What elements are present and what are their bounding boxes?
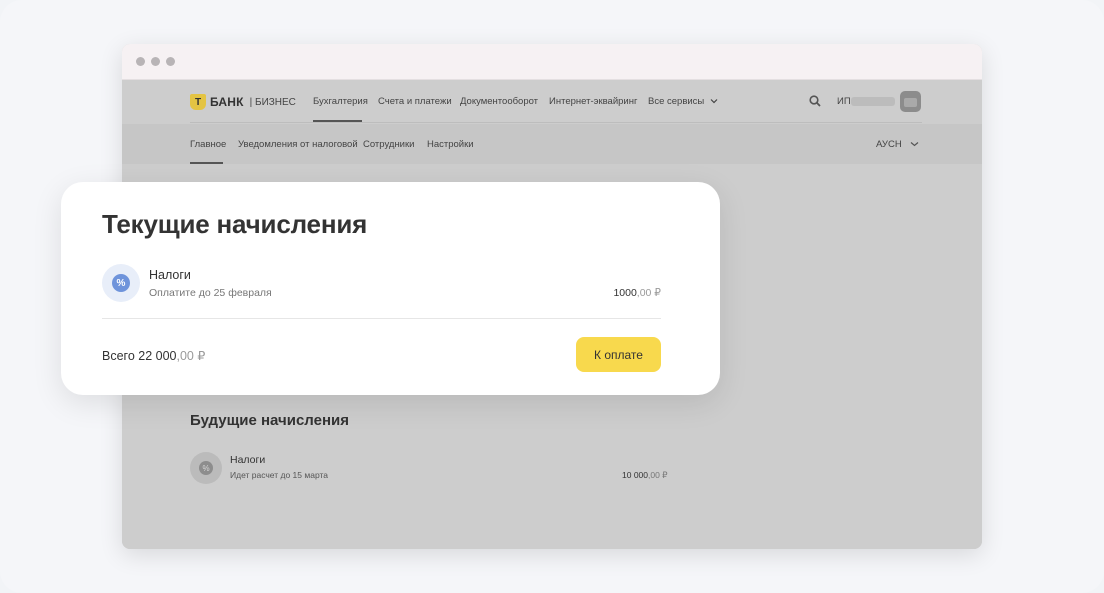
tax-due-date: Оплатите до 25 февраля — [149, 287, 272, 299]
tax-icon-wrap: % — [102, 264, 140, 302]
window-minimize-dot[interactable] — [151, 57, 160, 66]
future-tax-icon-wrap: % — [190, 452, 222, 484]
chevron-down-icon — [710, 99, 718, 104]
user-prefix[interactable]: ИП — [837, 96, 851, 107]
future-amount-main: 10 000 — [622, 470, 648, 480]
subnav-tax-notices[interactable]: Уведомления от налоговой — [238, 139, 358, 150]
tax-amount-rest: ,00 ₽ — [636, 287, 661, 299]
nav-documents[interactable]: Документооборот — [460, 96, 538, 107]
subnav-main[interactable]: Главное — [190, 139, 226, 150]
future-tax-subtitle: Идет расчет до 15 марта — [230, 470, 329, 480]
chevron-down-icon — [910, 142, 919, 147]
user-name-blurred — [851, 97, 895, 106]
current-charges-title: Текущие начисления — [102, 209, 368, 239]
nav-accounting[interactable]: Бухгалтерия — [313, 96, 368, 107]
window-close-dot[interactable] — [136, 57, 145, 66]
nav-all-services[interactable]: Все сервисы — [648, 96, 718, 107]
pay-button[interactable]: К оплате — [576, 337, 661, 372]
regime-label: АУСН — [876, 139, 902, 150]
future-tax-amount: 10 000,00 ₽ — [622, 470, 668, 481]
total-main: Всего 22 000 — [102, 349, 177, 363]
subnav-employees[interactable]: Сотрудники — [363, 139, 414, 150]
future-tax-name: Налоги — [230, 454, 266, 466]
percent-icon: % — [199, 461, 213, 475]
tax-name[interactable]: Налоги — [149, 268, 191, 282]
tax-amount: 1000,00 ₽ — [591, 287, 661, 299]
tax-amount-main: 1000 — [613, 287, 637, 299]
bank-shield-icon: Т — [190, 94, 206, 110]
percent-icon: % — [112, 274, 130, 292]
bank-name: БАНК — [210, 95, 244, 109]
bank-logo[interactable]: Т БАНК | БИЗНЕС — [190, 94, 296, 110]
avatar[interactable] — [900, 91, 921, 112]
nav-divider — [190, 122, 922, 123]
background-frame: Т БАНК | БИЗНЕС Бухгалтерия Счета и плат… — [0, 0, 1104, 593]
card-divider — [102, 318, 661, 319]
window-maximize-dot[interactable] — [166, 57, 175, 66]
future-charges-title: Будущие начисления — [190, 412, 349, 429]
search-icon[interactable] — [809, 95, 821, 107]
nav-accounts-payments[interactable]: Счета и платежи — [378, 96, 452, 107]
subnav-settings[interactable]: Настройки — [427, 139, 474, 150]
regime-select[interactable]: АУСН — [876, 139, 919, 150]
subnav-active-indicator — [190, 162, 223, 164]
total-amount: Всего 22 000,00 ₽ — [102, 348, 205, 363]
total-rest: ,00 ₽ — [176, 349, 206, 363]
nav-acquiring[interactable]: Интернет-эквайринг — [549, 96, 637, 107]
bank-sub: | БИЗНЕС — [249, 96, 296, 108]
nav-all-services-label: Все сервисы — [648, 96, 705, 107]
window-titlebar — [122, 44, 982, 80]
current-charges-card: Текущие начисления % Налоги Оплатите до … — [61, 182, 720, 395]
future-amount-rest: ,00 ₽ — [648, 470, 668, 480]
